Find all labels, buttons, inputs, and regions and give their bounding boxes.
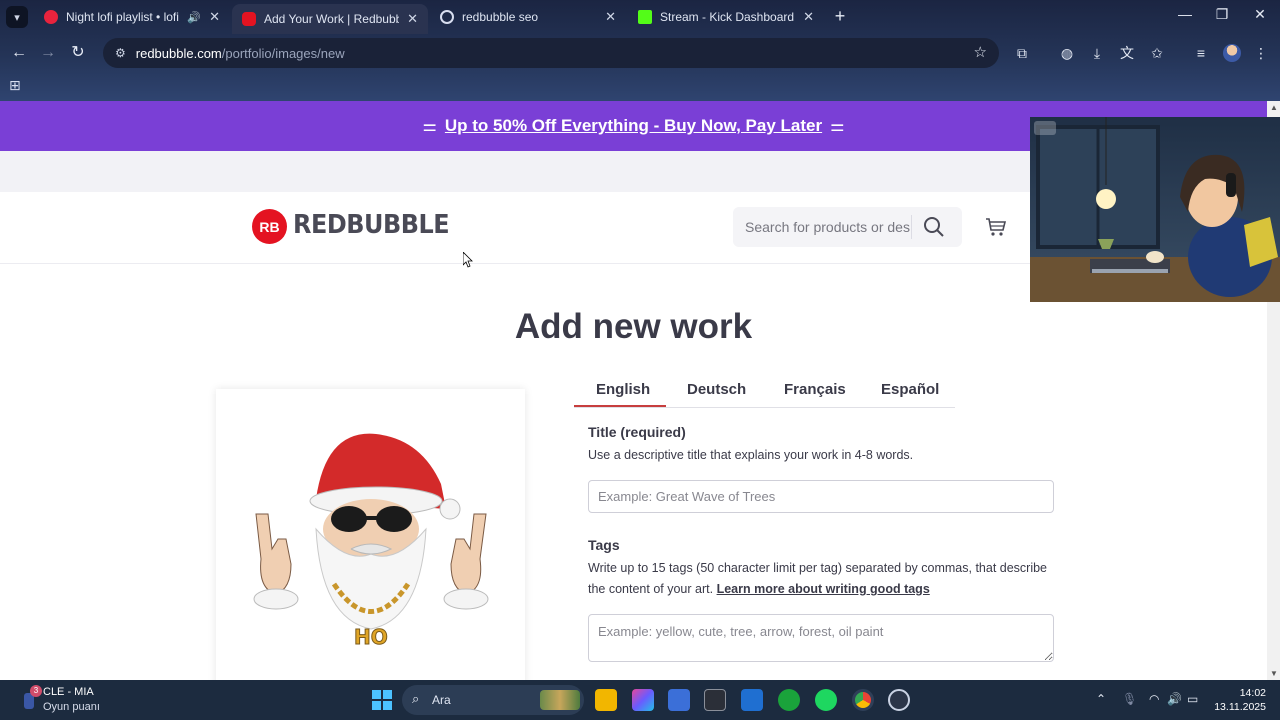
restore-button[interactable]: ❐ [1207,6,1237,23]
unity-icon[interactable] [704,689,726,711]
copilot-icon[interactable] [632,689,654,711]
editor-icon[interactable] [741,689,763,711]
incognito-icon[interactable]: ◍ [1058,44,1076,62]
translate-icon[interactable]: 文 [1118,44,1136,62]
promo-link[interactable]: Up to 50% Off Everything - Buy Now, Pay … [445,116,822,136]
kick-icon [638,10,652,24]
tab-francais[interactable]: Français [784,381,846,398]
youtube-icon [44,10,58,24]
chain-medallion-text: HO [354,625,389,650]
spotify-icon[interactable] [815,689,837,711]
obs-icon[interactable] [888,689,910,711]
tab-strip: ▾ Night lofi playlist • lofi music 🔊 ✕ A… [0,0,1280,34]
title-label: Title (required) [588,424,686,440]
lofi-girl-scene [1030,117,1280,302]
site-info-icon[interactable]: ⚙ [115,46,126,60]
new-tab-button[interactable]: + [830,6,850,26]
mouse-cursor-icon [463,252,473,268]
search-input[interactable] [745,217,910,237]
wifi-icon[interactable]: ◠ [1149,692,1159,706]
title-field[interactable] [588,480,1054,513]
sports-widget-icon[interactable]: 3 [22,685,42,711]
search-divider [911,215,912,239]
apps-grid-icon[interactable]: ⊞ [9,77,21,94]
search-icon[interactable] [923,216,945,238]
browser-chrome: ▾ Night lofi playlist • lofi music 🔊 ✕ A… [0,0,1280,101]
store-icon[interactable] [668,689,690,711]
download-icon[interactable]: ⤓ [1088,44,1106,62]
language-tabs: English Deutsch Français Español [574,371,955,408]
windows-taskbar: 3 CLE - MIA Oyun puanı ⌕ Ara ⌃ 🎙 ◠ 🔊 ▭ 1… [0,680,1280,720]
redbubble-favicon-icon [242,12,256,26]
reload-button[interactable]: ↻ [67,42,89,64]
search-highlight-image [540,690,580,710]
xbox-icon[interactable] [778,689,800,711]
brand-name[interactable]: REDBUBBLE [293,210,450,240]
search-icon: ⌕ [412,691,420,706]
redbubble-logo-icon[interactable]: RB [252,209,287,244]
artwork-preview[interactable]: HO [216,389,525,680]
address-bar[interactable]: ⚙ redbubble.com/portfolio/images/new ☆ [103,38,999,68]
tray-overflow-icon[interactable]: ⌃ [1096,692,1106,706]
system-clock[interactable]: 14:02 13.11.2025 [1206,686,1266,714]
title-help: Use a descriptive title that explains yo… [588,448,914,462]
menu-kebab-icon[interactable]: ⋮ [1252,44,1270,62]
reading-list-icon[interactable]: ≡ [1192,44,1210,62]
match-title[interactable]: CLE - MIA [43,686,94,698]
scroll-up-icon[interactable]: ▲ [1270,103,1278,112]
tags-field[interactable] [588,614,1054,662]
close-tab-icon[interactable]: ✕ [803,9,814,25]
file-explorer-icon[interactable] [595,689,617,711]
close-window-button[interactable]: ✕ [1245,6,1275,23]
tab-kick-dashboard[interactable]: Stream - Kick Dashboard ✕ [628,4,824,30]
cart-icon[interactable] [985,216,1007,238]
bookmarks-bar: ⊞ [0,72,1280,101]
battery-icon[interactable]: ▭ [1187,692,1198,706]
clock-time: 14:02 [1239,687,1266,699]
decor-lines-icon: ⚌ [830,118,845,135]
chrome-icon[interactable] [852,689,874,711]
decor-lines-icon: ⚌ [422,118,437,135]
extensions-icon[interactable]: ⧉ [1013,44,1031,62]
site-search [733,207,962,247]
tab-espanol[interactable]: Español [881,381,939,398]
page-title: Add new work [514,307,753,346]
tab-redbubble[interactable]: Add Your Work | Redbubble ✕ [232,4,428,34]
forward-button[interactable]: → [37,42,59,64]
tags-label: Tags [588,537,620,553]
match-subtitle: Oyun puanı [43,701,100,713]
tab-redbubble-seo[interactable]: redbubble seo ✕ [430,4,626,30]
tags-help: Write up to 15 tags (50 character limit … [588,561,1048,596]
favorites-icon[interactable]: ✩ [1148,44,1166,62]
active-tab-indicator [574,405,666,407]
close-tab-icon[interactable]: ✕ [605,9,616,25]
clock-date: 13.11.2025 [1214,701,1266,713]
chatgpt-icon [440,10,454,24]
scroll-down-icon[interactable]: ▼ [1270,669,1278,678]
close-tab-icon[interactable]: ✕ [209,9,220,25]
tab-search-button[interactable]: ▾ [6,6,28,28]
taskbar-search[interactable]: ⌕ Ara [402,685,584,715]
bookmark-star-icon[interactable]: ☆ [974,43,987,61]
windows-start-icon[interactable] [372,690,392,710]
microphone-icon[interactable]: 🎙 [1122,692,1137,706]
back-button[interactable]: ← [8,42,30,64]
learn-more-tags-link[interactable]: Learn more about writing good tags [717,582,930,596]
minimize-button[interactable]: — [1170,6,1200,22]
stream-video-overlay[interactable] [1030,117,1280,302]
tab-lofi[interactable]: Night lofi playlist • lofi music 🔊 ✕ [34,4,230,30]
volume-icon[interactable]: 🔊 [1167,692,1182,706]
tab-deutsch[interactable]: Deutsch [687,381,746,398]
speaker-icon[interactable]: 🔊 [187,11,201,24]
browser-toolbar: ← → ↻ ⚙ redbubble.com/portfolio/images/n… [0,34,1280,72]
profile-avatar[interactable] [1223,44,1241,62]
close-tab-icon[interactable]: ✕ [407,11,418,27]
tab-english[interactable]: English [596,381,650,398]
